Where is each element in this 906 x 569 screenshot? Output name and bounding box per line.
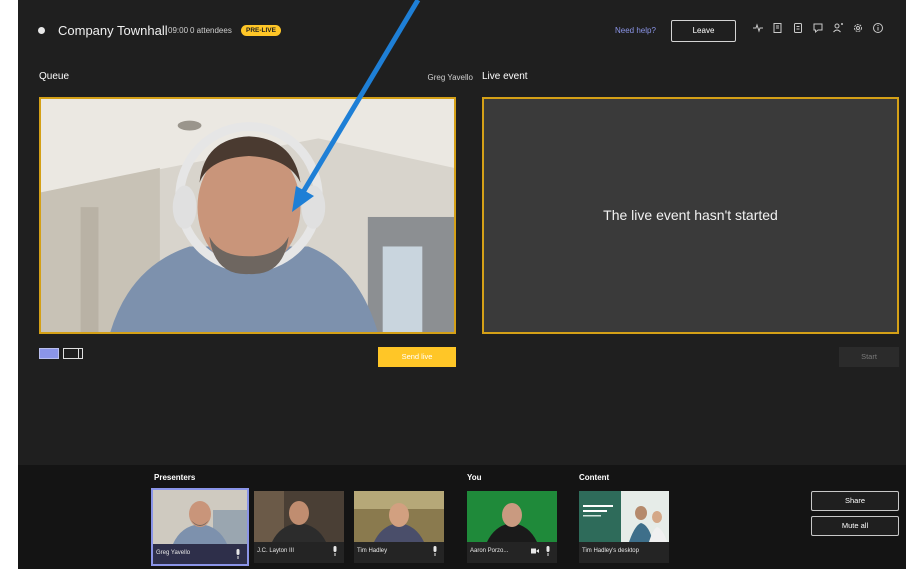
microphone-icon[interactable]: [235, 549, 241, 559]
teams-live-event-producer-window: Company Townhall 09:00 0 attendees PRE-L…: [18, 0, 906, 569]
microphone-icon[interactable]: [432, 546, 438, 556]
share-button[interactable]: Share: [811, 491, 899, 511]
presenter-video-thumbnail: [153, 490, 247, 544]
queue-video-preview[interactable]: [39, 97, 456, 334]
send-live-button[interactable]: Send live: [378, 347, 456, 367]
presenter-name: Greg Yavello: [156, 550, 191, 556]
side-by-side-layout-icon[interactable]: [63, 348, 83, 359]
help-link[interactable]: Need help?: [615, 26, 656, 35]
notes-icon[interactable]: [770, 22, 786, 38]
live-event-status-message: The live event hasn't started: [603, 207, 778, 223]
start-button[interactable]: Start: [839, 347, 899, 367]
presenter-video-thumbnail: [354, 491, 444, 542]
live-event-heading: Live event: [482, 71, 528, 82]
queue-presenter-name: Greg Yavello: [427, 73, 473, 82]
self-video-thumbnail: [467, 491, 557, 542]
presenter-tile-jc-layton[interactable]: J.C. Layton III: [254, 491, 344, 563]
top-bar: Company Townhall 09:00 0 attendees PRE-L…: [18, 0, 906, 64]
you-tile[interactable]: Aaron Porzo...: [467, 491, 557, 563]
self-name: Aaron Porzo...: [470, 548, 509, 554]
single-layout-icon[interactable]: [39, 348, 59, 359]
presenter-video-image: [41, 99, 454, 332]
meeting-title: Company Townhall: [58, 23, 168, 38]
microphone-icon[interactable]: [545, 546, 551, 556]
meeting-time: 09:00: [168, 26, 189, 35]
presenter-name: Tim Hadley: [357, 548, 388, 554]
queue-heading: Queue: [39, 71, 70, 82]
sources-strip: Presenters You Content Greg Yavello J.C.…: [18, 465, 906, 569]
presenter-tile-greg-yavello[interactable]: Greg Yavello: [151, 488, 249, 566]
content-heading: Content: [579, 473, 610, 482]
live-event-preview: The live event hasn't started: [482, 97, 899, 334]
leave-button[interactable]: Leave: [671, 20, 736, 42]
presenter-tile-tim-hadley[interactable]: Tim Hadley: [354, 491, 444, 563]
presenter-video-thumbnail: [254, 491, 344, 542]
status-dot-icon: [38, 27, 45, 34]
desktop-share-thumbnail: [579, 491, 669, 542]
content-name: Tim Hadley's desktop: [582, 548, 639, 554]
info-icon[interactable]: [870, 22, 886, 38]
microphone-icon[interactable]: [332, 546, 338, 556]
people-icon[interactable]: [830, 22, 846, 38]
presenters-heading: Presenters: [154, 473, 196, 482]
status-badge: PRE-LIVE: [241, 25, 281, 36]
chat-icon[interactable]: [810, 22, 826, 38]
settings-icon[interactable]: [850, 22, 866, 38]
camera-icon[interactable]: [531, 548, 539, 554]
you-heading: You: [467, 473, 482, 482]
qna-icon[interactable]: [790, 22, 806, 38]
content-tile-desktop[interactable]: Tim Hadley's desktop: [579, 491, 669, 563]
presenter-name: J.C. Layton III: [257, 548, 295, 554]
mute-all-button[interactable]: Mute all: [811, 516, 899, 536]
attendee-count: 0 attendees: [190, 26, 232, 35]
health-icon[interactable]: [750, 22, 766, 38]
